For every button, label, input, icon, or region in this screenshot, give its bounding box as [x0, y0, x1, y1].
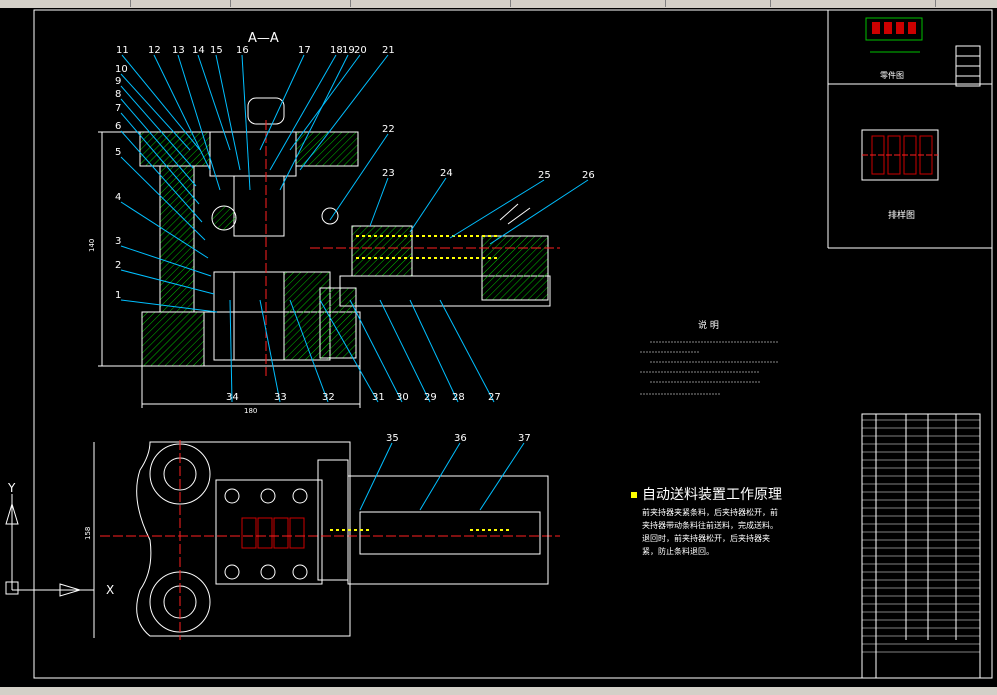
toolbar-segment[interactable] — [515, 0, 666, 7]
callout-label: 20 — [354, 45, 367, 56]
callout-label: 19 — [342, 45, 355, 56]
bom-rows — [862, 419, 980, 653]
callout-label: 31 — [372, 392, 385, 403]
callout-label: 33 — [274, 392, 287, 403]
section-label: A—A — [248, 31, 279, 46]
layout-drawing — [861, 129, 939, 181]
section-view — [139, 97, 560, 376]
toolbar-segment[interactable] — [230, 0, 351, 7]
callout-label: 36 — [454, 433, 467, 444]
callout-label: 26 — [582, 170, 595, 181]
callout-label: 8 — [115, 89, 121, 100]
callout-label: 29 — [424, 392, 437, 403]
callout-label: 17 — [298, 45, 311, 56]
toolbar-segment[interactable] — [0, 0, 131, 7]
callout-label: 13 — [172, 45, 185, 56]
dim-plan: 158 — [84, 527, 92, 540]
callout-leader — [409, 177, 447, 233]
callout-label: 11 — [116, 45, 129, 56]
callout-leader — [229, 299, 233, 403]
callout-label: 27 — [488, 392, 501, 403]
callout-label: 23 — [382, 168, 395, 179]
callout-label: 15 — [210, 45, 223, 56]
callout-label: 30 — [396, 392, 409, 403]
callout-label: 18 — [330, 45, 343, 56]
dim-height: 140 — [88, 239, 96, 252]
callout-label: 6 — [115, 121, 121, 132]
callout-label: 16 — [236, 45, 249, 56]
callout-leader — [279, 54, 349, 191]
callout-leader — [241, 54, 251, 191]
callout-label: 21 — [382, 45, 395, 56]
drawing-canvas[interactable]: 140 180 158 X Y 11 12 13 14 15 16 17 18 … — [0, 8, 997, 687]
ucs-x-label: X — [106, 583, 114, 597]
ucs-icon: X Y — [5, 481, 114, 597]
callout-label: 5 — [115, 147, 121, 158]
callout-leader — [369, 177, 389, 227]
principle-body: 前夹持器夹紧条料，后夹持器松开，前夹持器带动条料往前送料，完成送料。退回时，前夹… — [642, 508, 778, 556]
toolbar-segment[interactable] — [775, 0, 936, 7]
ucs-y-label: Y — [7, 481, 16, 495]
notes-text — [640, 341, 778, 395]
callout-leader — [349, 299, 403, 403]
bottom-tabs — [0, 687, 997, 695]
callout-label: 34 — [226, 392, 239, 403]
principle-title: 自动送料装置工作原理 — [642, 487, 782, 503]
part-drawing-label: 零件图 — [880, 70, 904, 80]
bom-table — [861, 413, 981, 679]
dim-width: 180 — [244, 407, 257, 415]
toolbar-segment[interactable] — [130, 0, 231, 7]
callout-leader — [259, 299, 281, 403]
callout-leader — [409, 299, 459, 403]
callout-label: 2 — [115, 260, 121, 271]
callout-label: 4 — [115, 192, 121, 203]
callout-label: 32 — [322, 392, 335, 403]
callout-label: 9 — [115, 76, 121, 87]
callout-label: 24 — [440, 168, 453, 179]
callout-label: 1 — [115, 290, 121, 301]
callout-leader — [489, 179, 589, 245]
callout-label: 3 — [115, 236, 121, 247]
callout-leader — [215, 54, 241, 171]
callout-label: 25 — [538, 170, 551, 181]
callout-label: 14 — [192, 45, 205, 56]
callout-label: 22 — [382, 124, 395, 135]
principle-bullet-icon — [631, 492, 637, 498]
callout-label: 28 — [452, 392, 465, 403]
callout-label: 7 — [115, 103, 121, 114]
plan-view — [100, 440, 560, 640]
callout-leader — [439, 299, 495, 403]
notes-title: 说 明 — [698, 319, 719, 331]
callout-label: 37 — [518, 433, 531, 444]
callout-label: 10 — [115, 64, 128, 75]
layout-drawing-label: 排样图 — [888, 209, 915, 221]
callout-leader — [379, 299, 431, 403]
toolbar — [0, 0, 997, 8]
toolbar-segment[interactable] — [670, 0, 771, 7]
callout-label: 35 — [386, 433, 399, 444]
callout-label: 12 — [148, 45, 161, 56]
callout-leader — [449, 179, 545, 239]
toolbar-segment[interactable] — [360, 0, 511, 7]
